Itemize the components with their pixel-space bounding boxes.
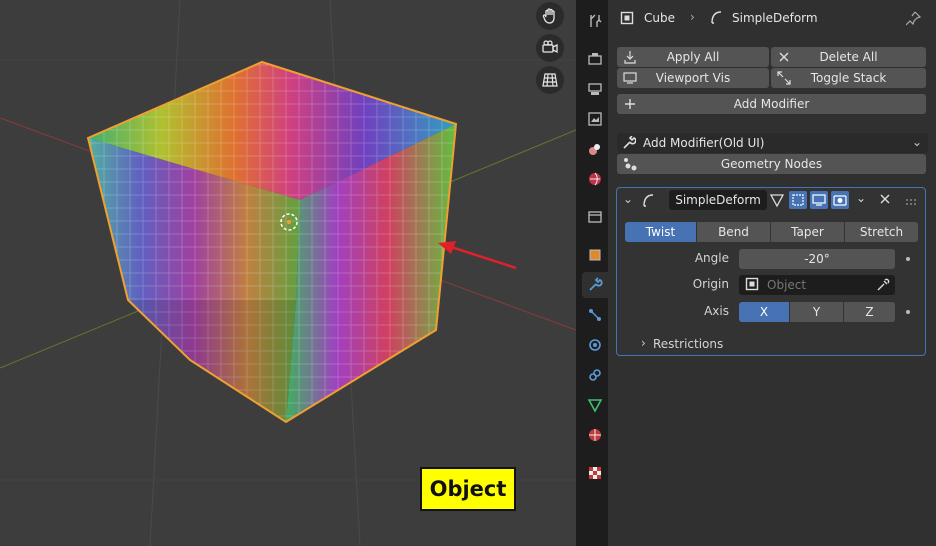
physics-tab-icon[interactable] bbox=[582, 332, 608, 358]
add-modifier-button[interactable]: Add Modifier bbox=[617, 94, 926, 114]
render-camera-icon[interactable] bbox=[831, 191, 849, 209]
remove-modifier-icon[interactable] bbox=[878, 192, 892, 209]
origin-field[interactable]: Object bbox=[739, 275, 895, 295]
expand-icon bbox=[777, 71, 791, 88]
on-cage-icon[interactable] bbox=[789, 191, 807, 209]
axis-y[interactable]: Y bbox=[790, 302, 843, 322]
camera-icon[interactable] bbox=[536, 34, 564, 62]
dropdown-chevron-icon[interactable]: ⌄ bbox=[856, 191, 866, 205]
axis-z[interactable]: Z bbox=[844, 302, 895, 322]
keyframe-dot[interactable] bbox=[906, 310, 910, 314]
world-tab-icon[interactable] bbox=[582, 166, 608, 192]
viewport-display-icon[interactable] bbox=[810, 191, 828, 209]
material-tab-icon[interactable] bbox=[582, 422, 608, 448]
pin-icon[interactable] bbox=[905, 10, 922, 29]
object-name: Cube bbox=[644, 11, 675, 25]
simpledeform-icon bbox=[709, 10, 723, 27]
viewport-vis-button[interactable]: Viewport Vis bbox=[617, 68, 769, 88]
view-layer-tab-icon[interactable] bbox=[582, 106, 608, 132]
plus-icon bbox=[623, 97, 637, 114]
monitor-icon bbox=[623, 71, 637, 88]
simpledeform-icon bbox=[641, 193, 655, 210]
red-arrow bbox=[447, 244, 517, 270]
modifier-name-field[interactable]: SimpleDeform bbox=[669, 190, 767, 210]
collapse-chevron-icon[interactable]: ⌄ bbox=[623, 192, 633, 206]
chevron-down-icon: ⌄ bbox=[911, 135, 922, 149]
modifier-name-crumb: SimpleDeform bbox=[732, 11, 818, 25]
chevron-right-icon: › bbox=[690, 10, 695, 24]
close-icon bbox=[777, 50, 791, 67]
tool-tab-icon[interactable] bbox=[582, 8, 608, 34]
drag-handle-icon[interactable] bbox=[905, 195, 919, 209]
delete-all-button[interactable]: Delete All bbox=[771, 47, 926, 67]
wrench-icon bbox=[622, 135, 637, 153]
constraints-tab-icon[interactable] bbox=[582, 362, 608, 388]
method-taper[interactable]: Taper bbox=[771, 222, 844, 242]
origin-placeholder: Object bbox=[767, 278, 807, 292]
modifiers-tab-icon[interactable] bbox=[582, 272, 608, 298]
data-tab-icon[interactable] bbox=[582, 392, 608, 418]
edit-mode-icon[interactable] bbox=[769, 192, 785, 211]
download-icon bbox=[623, 50, 637, 67]
3d-viewport[interactable]: Object bbox=[0, 0, 576, 546]
add-modifier-old-dropdown[interactable]: Add Modifier(Old UI) ⌄ bbox=[617, 133, 928, 153]
texture-tab-icon[interactable] bbox=[582, 460, 608, 486]
angle-field[interactable]: -20° bbox=[739, 249, 895, 269]
keyframe-dot[interactable] bbox=[906, 257, 910, 261]
object-tab-icon[interactable] bbox=[582, 242, 608, 268]
render-tab-icon[interactable] bbox=[582, 46, 608, 72]
mode-label: Object bbox=[420, 467, 516, 511]
axis-label: Axis bbox=[704, 304, 729, 318]
simpledeform-modifier-panel: ⌄ SimpleDeform ⌄ Twist Bend Taper Stretc… bbox=[616, 187, 926, 356]
eyedropper-icon[interactable] bbox=[876, 278, 890, 295]
method-twist[interactable]: Twist bbox=[625, 222, 696, 242]
object-icon bbox=[620, 11, 634, 28]
method-bend[interactable]: Bend bbox=[697, 222, 770, 242]
viewport-scene bbox=[0, 0, 576, 546]
grid-icon[interactable] bbox=[536, 66, 564, 94]
scene-tab-icon[interactable] bbox=[582, 136, 608, 162]
origin-label: Origin bbox=[692, 277, 729, 291]
object-icon bbox=[745, 277, 759, 294]
geometry-nodes-button[interactable]: Geometry Nodes bbox=[617, 154, 926, 174]
apply-all-button[interactable]: Apply All bbox=[617, 47, 769, 67]
restrictions-subpanel[interactable]: Restrictions bbox=[653, 337, 723, 351]
hand-icon[interactable] bbox=[536, 2, 564, 30]
nodes-icon bbox=[623, 157, 637, 174]
properties-panel: Cube › SimpleDeform Apply All Delete All… bbox=[608, 0, 936, 546]
chevron-right-icon[interactable]: › bbox=[641, 336, 646, 350]
breadcrumb: Cube › SimpleDeform bbox=[608, 0, 936, 36]
angle-label: Angle bbox=[694, 251, 729, 265]
toggle-stack-button[interactable]: Toggle Stack bbox=[771, 68, 926, 88]
properties-tabs bbox=[580, 0, 608, 546]
method-stretch[interactable]: Stretch bbox=[845, 222, 918, 242]
particles-tab-icon[interactable] bbox=[582, 302, 608, 328]
axis-x[interactable]: X bbox=[739, 302, 789, 322]
collection-tab-icon[interactable] bbox=[582, 204, 608, 230]
output-tab-icon[interactable] bbox=[582, 76, 608, 102]
